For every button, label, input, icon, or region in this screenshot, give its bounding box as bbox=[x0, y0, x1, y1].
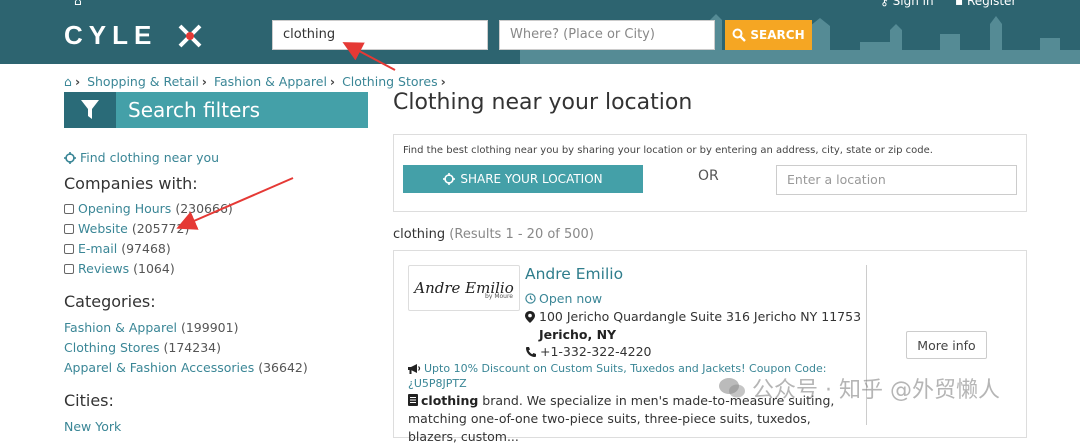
filter-email[interactable]: E-mail (97468) bbox=[64, 241, 171, 256]
results-query: clothing bbox=[393, 227, 446, 242]
sign-in-label: Sign in bbox=[892, 0, 934, 8]
category-count: (36642) bbox=[258, 360, 308, 375]
city-label[interactable]: New York bbox=[64, 419, 121, 434]
description-keyword: clothing bbox=[421, 393, 479, 408]
business-logo[interactable]: Andre Emilio by Moure bbox=[408, 265, 520, 311]
filter-icon bbox=[64, 92, 116, 128]
category-count: (199901) bbox=[180, 320, 239, 335]
search-input[interactable]: clothing bbox=[272, 20, 488, 50]
city-item[interactable]: New York bbox=[64, 419, 121, 434]
watermark-text: 公众号 · 知乎 @外贸懒人 bbox=[752, 378, 1000, 403]
filter-reviews[interactable]: Reviews (1064) bbox=[64, 261, 175, 276]
search-filters-title: Search filters bbox=[116, 92, 368, 128]
checkbox[interactable] bbox=[64, 223, 74, 234]
business-name-link[interactable]: Andre Emilio bbox=[525, 265, 623, 283]
cities-heading: Cities: bbox=[64, 391, 114, 410]
phone-icon bbox=[526, 346, 536, 357]
register-label: Register bbox=[966, 0, 1017, 8]
business-listing: Andre Emilio by Moure Andre Emilio Open … bbox=[393, 250, 1027, 444]
business-logo-subtext: by Moure bbox=[485, 293, 513, 300]
results-heading: clothing (Results 1 - 20 of 500) bbox=[393, 227, 594, 242]
wechat-icon bbox=[719, 378, 745, 398]
home-icon[interactable]: ⌂ bbox=[64, 74, 72, 89]
key-icon: ⚷ bbox=[880, 0, 889, 8]
category-count: (174234) bbox=[163, 340, 221, 355]
share-location-label: SHARE YOUR LOCATION bbox=[460, 172, 603, 186]
user-icon: ▪ bbox=[955, 0, 964, 8]
map-pin-icon bbox=[525, 310, 535, 323]
filter-label[interactable]: E-mail bbox=[78, 241, 117, 256]
category-item[interactable]: Apparel & Fashion Accessories (36642) bbox=[64, 360, 308, 375]
filter-count: (97468) bbox=[121, 241, 171, 256]
open-status: Open now bbox=[525, 291, 602, 306]
crosshair-icon bbox=[443, 173, 456, 185]
open-status-label: Open now bbox=[539, 291, 603, 306]
filter-opening-hours[interactable]: Opening Hours (230666) bbox=[64, 201, 233, 216]
page-title: Clothing near your location bbox=[393, 90, 693, 115]
svg-text:CYLE: CYLE bbox=[64, 22, 157, 50]
phone-line[interactable]: +1-332-322-4220 bbox=[525, 344, 652, 359]
cylex-logo[interactable]: CYLE bbox=[64, 22, 224, 50]
filter-label[interactable]: Opening Hours bbox=[78, 201, 171, 216]
checkbox[interactable] bbox=[64, 263, 74, 274]
share-location-button[interactable]: SHARE YOUR LOCATION bbox=[403, 165, 643, 193]
results-count: (Results 1 - 20 of 500) bbox=[449, 227, 594, 242]
location-panel: Find the best clothing near you by shari… bbox=[393, 134, 1027, 212]
phone-number: +1-332-322-4220 bbox=[540, 344, 652, 359]
checkbox[interactable] bbox=[64, 203, 74, 214]
location-hint: Find the best clothing near you by shari… bbox=[403, 145, 933, 156]
register-link[interactable]: ▪ Register bbox=[955, 0, 1016, 8]
enter-location-input[interactable]: Enter a location bbox=[776, 165, 1017, 195]
category-label[interactable]: Fashion & Apparel bbox=[64, 320, 177, 335]
search-button-label: SEARCH bbox=[750, 28, 805, 42]
find-near-you-link[interactable]: Find clothing near you bbox=[64, 150, 219, 165]
category-item[interactable]: Clothing Stores (174234) bbox=[64, 340, 221, 355]
search-button[interactable]: SEARCH bbox=[725, 20, 812, 50]
document-icon bbox=[408, 394, 418, 406]
find-near-you-label: Find clothing near you bbox=[80, 150, 220, 165]
search-filters-header[interactable]: Search filters bbox=[64, 92, 368, 128]
filter-count: (1064) bbox=[133, 261, 175, 276]
category-item[interactable]: Fashion & Apparel (199901) bbox=[64, 320, 238, 335]
categories-heading: Categories: bbox=[64, 292, 156, 311]
search-icon bbox=[732, 28, 747, 42]
watermark: 公众号 · 知乎 @外贸懒人 bbox=[718, 372, 1000, 404]
filter-website[interactable]: Website (205772) bbox=[64, 221, 189, 236]
sign-in-link[interactable]: ⚷ Sign in bbox=[880, 0, 934, 8]
filter-count: (205772) bbox=[131, 221, 190, 236]
checkbox[interactable] bbox=[64, 243, 74, 254]
filter-count: (230666) bbox=[175, 201, 233, 216]
breadcrumb-fashion-apparel[interactable]: Fashion & Apparel bbox=[214, 74, 327, 89]
address-city: Jericho, NY bbox=[539, 327, 617, 342]
location-input[interactable]: Where? (Place or City) bbox=[499, 20, 715, 50]
breadcrumb-shopping-retail[interactable]: Shopping & Retail bbox=[87, 74, 199, 89]
breadcrumb: ⌂ › Shopping & Retail › Fashion & Apparel ›… bbox=[64, 74, 446, 89]
filter-label[interactable]: Reviews bbox=[78, 261, 129, 276]
filter-label[interactable]: Website bbox=[78, 221, 128, 236]
breadcrumb-clothing-stores[interactable]: Clothing Stores bbox=[342, 74, 438, 89]
site-header: ⚷ Sign in ▪ Register ⌂ CYLE clothing Whe… bbox=[0, 0, 1080, 64]
companies-with-heading: Companies with: bbox=[64, 174, 198, 193]
megaphone-icon bbox=[408, 364, 421, 374]
address-line1: 100 Jericho Quardangle Suite 316 Jericho… bbox=[539, 309, 862, 324]
category-label[interactable]: Apparel & Fashion Accessories bbox=[64, 360, 254, 375]
clock-icon bbox=[525, 293, 536, 304]
address-line: 100 Jericho Quardangle Suite 316 Jericho… bbox=[525, 309, 861, 324]
crosshair-icon bbox=[64, 151, 76, 164]
home-icon[interactable]: ⌂ bbox=[74, 0, 82, 8]
more-info-button[interactable]: More info bbox=[906, 331, 987, 359]
or-separator: OR bbox=[698, 168, 719, 184]
category-label[interactable]: Clothing Stores bbox=[64, 340, 160, 355]
